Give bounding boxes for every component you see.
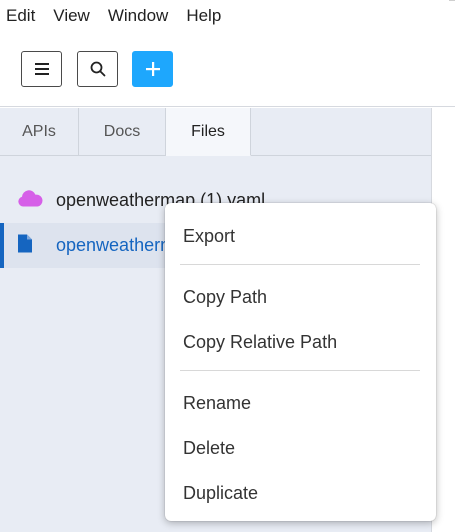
context-menu: Export Copy Path Copy Relative Path Rena… xyxy=(165,203,436,521)
hamburger-icon xyxy=(34,63,49,75)
menu-divider xyxy=(180,370,420,371)
menu-item-copy-relative-path[interactable]: Copy Relative Path xyxy=(165,322,436,362)
menu-window[interactable]: Window xyxy=(99,0,177,32)
plus-icon xyxy=(145,62,160,76)
menu-bar: Edit View Window Help xyxy=(0,0,455,32)
add-button[interactable] xyxy=(132,51,173,87)
cloud-icon xyxy=(17,189,43,212)
menu-item-copy-path[interactable]: Copy Path xyxy=(165,277,436,317)
tab-apis[interactable]: APIs xyxy=(0,108,79,156)
window-edge xyxy=(449,0,455,1)
menu-item-export[interactable]: Export xyxy=(165,216,436,256)
sidebar-tabs: APIs Docs Files xyxy=(0,108,431,156)
tab-docs[interactable]: Docs xyxy=(79,108,166,156)
menu-edit[interactable]: Edit xyxy=(0,0,44,32)
search-button[interactable] xyxy=(77,51,118,87)
menu-help[interactable]: Help xyxy=(177,0,230,32)
file-icon xyxy=(17,233,33,258)
menu-item-duplicate[interactable]: Duplicate xyxy=(165,473,436,513)
toolbar xyxy=(0,32,455,107)
tab-files[interactable]: Files xyxy=(166,108,251,156)
search-icon xyxy=(90,61,105,77)
menu-view[interactable]: View xyxy=(44,0,99,32)
menu-item-delete[interactable]: Delete xyxy=(165,428,436,468)
menu-item-rename[interactable]: Rename xyxy=(165,383,436,423)
selection-indicator xyxy=(0,223,4,268)
menu-divider xyxy=(180,264,420,265)
menu-button[interactable] xyxy=(21,51,62,87)
